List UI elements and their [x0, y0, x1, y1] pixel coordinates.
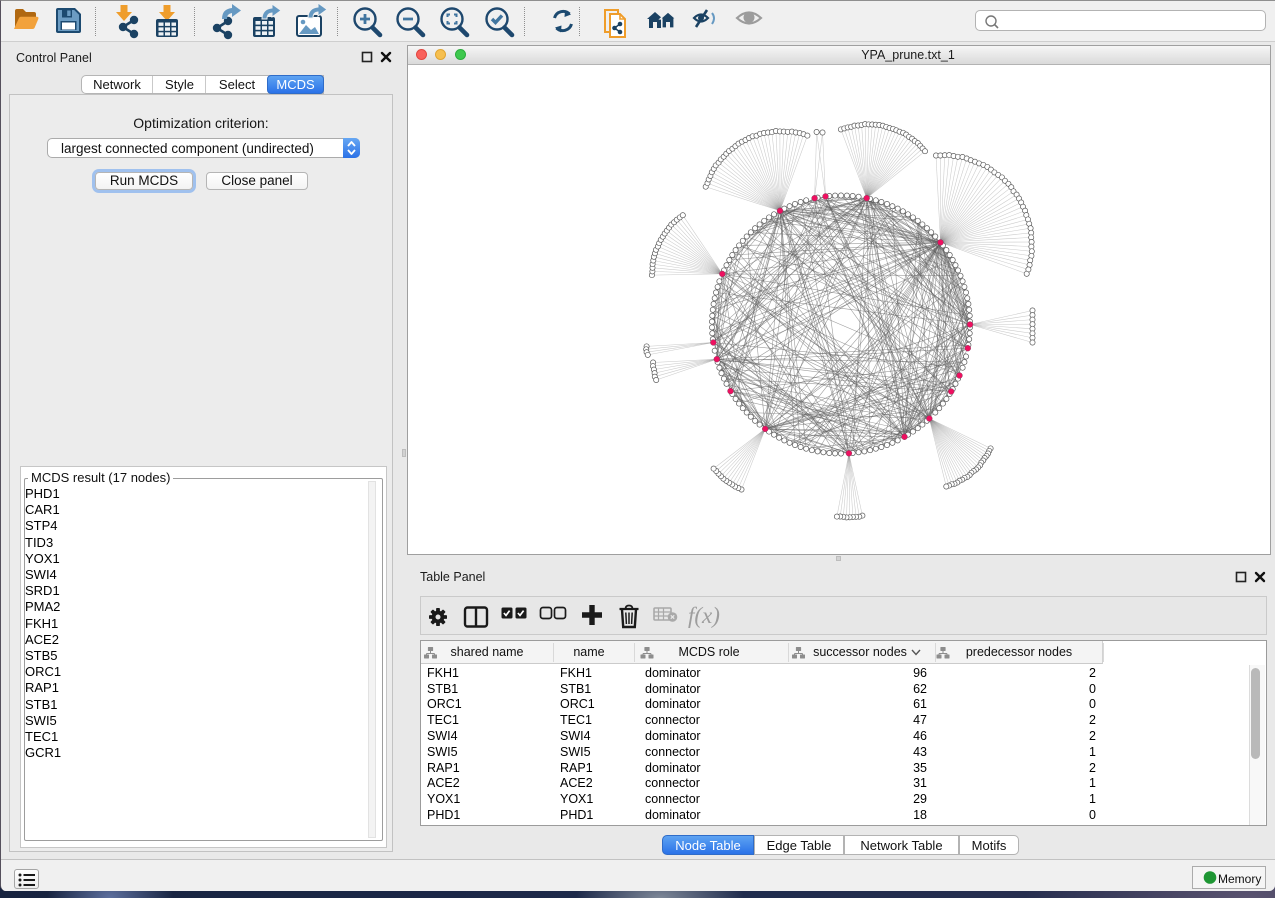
- svg-text:f(x): f(x): [688, 603, 720, 628]
